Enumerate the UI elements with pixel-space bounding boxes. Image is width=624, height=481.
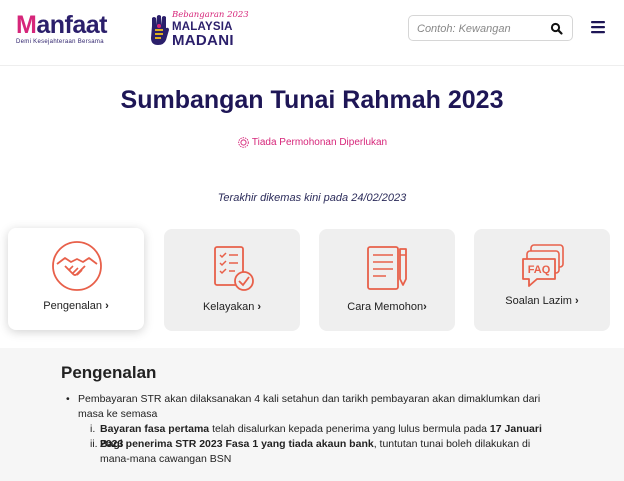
bullet-marker: • bbox=[66, 393, 70, 405]
gear-badge-icon bbox=[238, 137, 249, 148]
card-label: Pengenalan › bbox=[43, 300, 109, 312]
madani-hand-icon bbox=[151, 15, 169, 45]
badge-text: Tiada Permohonan Diperlukan bbox=[251, 137, 388, 149]
malaysia-madani-logo: Bebangaran 2023 MALAYSIA MADANI bbox=[148, 10, 249, 50]
card-pengenalan[interactable]: Pengenalan › bbox=[8, 228, 144, 330]
handshake-icon bbox=[52, 241, 102, 291]
search-input[interactable] bbox=[417, 20, 542, 37]
card-label: Soalan Lazim › bbox=[505, 295, 579, 307]
intro-paragraph: Pembayaran STR akan dilaksanakan 4 kali … bbox=[78, 393, 541, 420]
search-icon[interactable] bbox=[549, 21, 565, 37]
form-pen-icon bbox=[367, 246, 407, 290]
no-application-badge: Tiada Permohonan Diperlukan bbox=[0, 136, 624, 149]
faq-icon: FAQ bbox=[522, 244, 564, 287]
logo-tagline: Demi Kesejahteraan Bersama bbox=[16, 39, 104, 45]
madani-script-text: Bebangaran 2023 bbox=[172, 10, 249, 20]
page-title: Sumbangan Tunai Rahmah 2023 bbox=[120, 86, 504, 114]
card-label: Cara Memohon› bbox=[347, 301, 427, 313]
manfaat-logo[interactable]: Manfaat Demi Kesejahteraan Bersama bbox=[16, 12, 128, 46]
card-cara-memohon[interactable]: Cara Memohon› bbox=[319, 229, 455, 331]
card-kelayakan[interactable]: Kelayakan › bbox=[164, 229, 300, 331]
hamburger-menu-icon[interactable] bbox=[590, 19, 606, 35]
site-header: Manfaat Demi Kesejahteraan Bersama Beban… bbox=[0, 0, 624, 66]
intro-heading: Pengenalan bbox=[61, 363, 157, 382]
intro-section: Pengenalan • Pembayaran STR akan dilaksa… bbox=[0, 348, 624, 481]
search-box bbox=[408, 15, 573, 41]
checklist-icon bbox=[214, 246, 254, 291]
logo-wordmark: Manfaat bbox=[16, 11, 107, 39]
last-updated-text: Terakhir dikemas kini pada 24/02/2023 bbox=[217, 192, 407, 204]
card-label: Kelayakan › bbox=[202, 301, 262, 313]
svg-text:FAQ: FAQ bbox=[528, 264, 551, 276]
madani-line-2: MADANI bbox=[172, 32, 234, 49]
card-soalan-lazim[interactable]: FAQ Soalan Lazim › bbox=[474, 229, 610, 331]
